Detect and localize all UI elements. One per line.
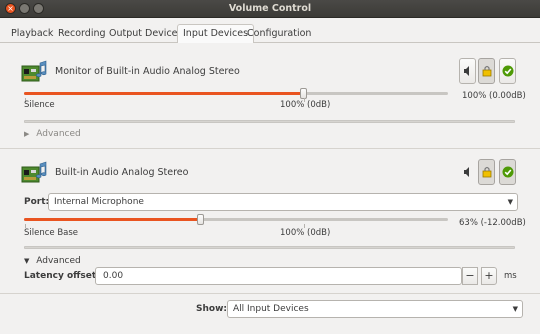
dropdown-arrow-icon: ▼ — [507, 198, 513, 206]
lock-channels-button[interactable] — [478, 159, 495, 185]
tab-output-devices[interactable]: Output Devices — [104, 26, 187, 43]
sound-card-icon — [21, 161, 47, 183]
dropdown-arrow-icon: ▼ — [512, 305, 518, 313]
advanced-expander[interactable]: ▼ Advanced — [24, 256, 81, 266]
latency-unit: ms — [504, 271, 517, 281]
device-name: Built-in Audio Analog Stereo — [55, 167, 189, 178]
volume-slider[interactable] — [24, 88, 448, 99]
lock-channels-button[interactable] — [478, 58, 495, 84]
port-select-value: Internal Microphone — [54, 197, 144, 207]
volume-slider[interactable] — [24, 214, 448, 225]
speaker-icon — [464, 167, 469, 177]
port-label: Port: — [24, 197, 50, 207]
latency-increment-button[interactable]: + — [481, 267, 497, 285]
title-bar: × Volume Control — [0, 0, 540, 18]
check-icon — [502, 166, 514, 178]
peak-meter — [24, 120, 515, 123]
footer-separator — [0, 293, 540, 294]
scale-label-100: 100% (0dB) — [280, 228, 331, 238]
triangle-right-icon: ▶ — [24, 130, 30, 138]
triangle-down-icon: ▼ — [24, 257, 30, 265]
window-title: Volume Control — [228, 3, 312, 14]
volume-readout: 100% (0.00dB) — [462, 91, 526, 101]
tab-playback[interactable]: Playback — [6, 26, 58, 43]
volume-slider-fill — [24, 92, 303, 95]
device-separator — [0, 148, 540, 149]
mute-button[interactable] — [459, 159, 476, 185]
lock-icon — [482, 65, 492, 77]
set-default-button[interactable] — [499, 58, 516, 84]
tab-configuration[interactable]: Configuration — [242, 26, 316, 43]
peak-meter — [24, 246, 515, 249]
latency-offset-label: Latency offset: — [24, 271, 100, 281]
input-devices-panel: Monitor of Built-in Audio Analog Stereo … — [0, 43, 540, 334]
port-select[interactable]: Internal Microphone ▼ — [48, 193, 518, 211]
latency-offset-input[interactable]: 0.00 — [95, 267, 462, 285]
scale-label-silence-base: Silence Base — [24, 228, 79, 238]
tab-recording[interactable]: Recording — [53, 26, 111, 43]
show-label: Show: — [196, 304, 227, 314]
volume-slider-fill — [24, 218, 200, 221]
advanced-label: Advanced — [36, 129, 81, 139]
advanced-expander[interactable]: ▶ Advanced — [24, 129, 81, 139]
scale-label-silence: Silence — [24, 100, 55, 110]
sound-card-icon — [21, 60, 47, 82]
set-default-button[interactable] — [499, 159, 516, 185]
speaker-icon — [464, 66, 469, 76]
scale-label-100: 100% (0dB) — [280, 100, 331, 110]
volume-slider-knob[interactable] — [197, 214, 204, 225]
advanced-label: Advanced — [36, 256, 81, 266]
check-icon — [502, 65, 514, 77]
latency-decrement-button[interactable]: − — [462, 267, 478, 285]
volume-readout: 63% (-12.00dB) — [459, 218, 526, 228]
tab-bar: Playback Recording Output Devices Input … — [0, 24, 540, 44]
mute-button[interactable] — [459, 58, 476, 84]
show-filter-select[interactable]: All Input Devices ▼ — [227, 300, 523, 318]
device-name: Monitor of Built-in Audio Analog Stereo — [55, 66, 240, 77]
show-filter-value: All Input Devices — [233, 304, 309, 314]
lock-icon — [482, 166, 492, 178]
